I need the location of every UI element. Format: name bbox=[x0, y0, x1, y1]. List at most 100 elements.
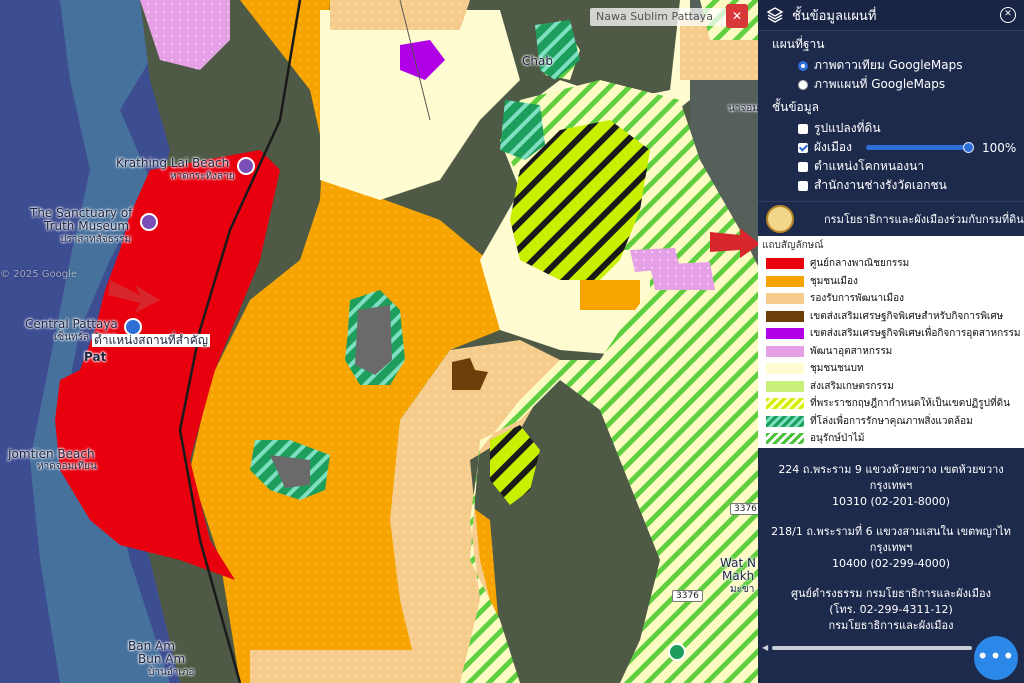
legend-label: รองรับการพัฒนาเมือง bbox=[810, 293, 904, 305]
label-central-pattaya: Central Pattaya bbox=[25, 317, 118, 331]
label-sanctuary-th: ปราสาทสัจธรรม bbox=[60, 234, 132, 245]
legend-item: เขตส่งเสริมเศรษฐกิจพิเศษสำหรับกิจการพิเศ… bbox=[758, 308, 1024, 326]
legend-item: ที่โล่งเพื่อการรักษาคุณภาพสิ่งแวดล้อม bbox=[758, 413, 1024, 431]
legend-swatch bbox=[766, 345, 804, 357]
legend-label: พัฒนาอุตสาหกรรม bbox=[810, 345, 893, 357]
scrollbar-thumb[interactable] bbox=[772, 646, 972, 650]
more-button[interactable]: ••• bbox=[974, 636, 1018, 680]
scroll-left-icon[interactable]: ◀ bbox=[762, 643, 768, 652]
legend-item: ส่งเสริมเกษตรกรรม bbox=[758, 378, 1024, 396]
legend-swatch bbox=[766, 415, 804, 427]
legend-swatch bbox=[766, 433, 804, 445]
label-makh-th: มะขา bbox=[730, 584, 755, 595]
basemap-satellite-label: ภาพดาวเทียม GoogleMaps bbox=[814, 58, 963, 72]
label-top-right: นาจอม bbox=[728, 103, 759, 114]
legend-swatch bbox=[766, 275, 804, 287]
legend-swatch bbox=[766, 328, 804, 340]
layer-option-surveyors[interactable]: สำนักงานช่างรังวัดเอกชน bbox=[758, 176, 1024, 195]
horizontal-scrollbar[interactable]: ◀ ▶ bbox=[762, 643, 992, 653]
label-ban-am-th: บ้านอำเภอ bbox=[148, 667, 195, 678]
poi-beach-icon[interactable] bbox=[237, 157, 255, 175]
checkbox-cityplan[interactable] bbox=[798, 142, 808, 153]
legend-label: เขตส่งเสริมเศรษฐกิจพิเศษเพื่อกิจการอุตสา… bbox=[810, 328, 1021, 340]
poi-tooltip: ตำแหน่งสถานที่สำคัญ bbox=[92, 333, 210, 347]
checkbox-surveyors[interactable] bbox=[798, 180, 808, 191]
opacity-slider-thumb[interactable] bbox=[962, 142, 974, 153]
radio-map[interactable] bbox=[798, 79, 808, 90]
close-icon: ✕ bbox=[731, 9, 743, 23]
zone-urban-development-2[interactable] bbox=[250, 650, 420, 683]
basemap-option-map[interactable]: ภาพแผนที่ GoogleMaps bbox=[758, 75, 1024, 94]
address-area: 224 ถ.พระราม 9 แขวงห้วยขวาง เขตห้วยขวาง … bbox=[758, 448, 1024, 634]
address-1: 224 ถ.พระราม 9 แขวงห้วยขวาง เขตห้วยขวาง … bbox=[778, 463, 1004, 508]
department-name: กรมโยธาธิการและผังเมืองร่วมกับกรมที่ดิน bbox=[824, 213, 1024, 226]
address-2: 218/1 ถ.พระรามที่ 6 แขวงสามเสนใน เขตพญาไ… bbox=[771, 525, 1011, 570]
basemap-option-satellite[interactable]: ภาพดาวเทียม GoogleMaps bbox=[758, 56, 1024, 75]
legend-title: แถบสัญลักษณ์ bbox=[762, 240, 824, 251]
zone-urban-development-top[interactable] bbox=[330, 0, 470, 30]
layer-parcels-label: รูปแปลงที่ดิน bbox=[814, 121, 881, 135]
layer-cityplan-label: ผังเมือง bbox=[814, 140, 852, 154]
poi-park-icon[interactable] bbox=[668, 643, 686, 661]
legend-swatch bbox=[766, 293, 804, 305]
legend-item: ที่พระราชกฤษฎีกากำหนดให้เป็นเขตปฏิรูปที่… bbox=[758, 395, 1024, 413]
layer-khoknongna-label: ตำแหน่งโคกหนองนา bbox=[814, 159, 925, 173]
legend-label: เขตส่งเสริมเศรษฐกิจพิเศษสำหรับกิจการพิเศ… bbox=[810, 310, 1004, 322]
legend-item: พัฒนาอุตสาหกรรม bbox=[758, 343, 1024, 361]
opacity-value: 100% bbox=[981, 140, 1017, 155]
zone-env-green-1-core bbox=[355, 305, 392, 375]
map-search-box[interactable]: Nawa Sublim Pattaya bbox=[590, 8, 742, 26]
label-chab: Chab bbox=[522, 54, 553, 68]
panel-close-button[interactable]: ✕ bbox=[1000, 7, 1016, 23]
label-krathing-lai-th: หาดกระทิงลาย bbox=[170, 171, 235, 182]
legend-swatch bbox=[766, 258, 804, 270]
legend-item: ชุมชนชนบท bbox=[758, 360, 1024, 378]
layer-option-parcels[interactable]: รูปแปลงที่ดิน bbox=[758, 119, 1024, 138]
checkbox-parcels[interactable] bbox=[798, 123, 808, 134]
road-shield-3376: 3376 bbox=[730, 503, 761, 515]
checkbox-khoknongna[interactable] bbox=[798, 161, 808, 172]
map-copyright: © 2025 Google bbox=[0, 269, 78, 280]
opacity-slider[interactable] bbox=[865, 142, 974, 153]
department-banner: กรมโยธาธิการและผังเมืองร่วมกับกรมที่ดิน bbox=[758, 201, 1024, 236]
label-makh: Makh bbox=[722, 569, 755, 583]
basemap-map-label: ภาพแผนที่ GoogleMaps bbox=[814, 77, 946, 91]
zone-industrial-dev-2[interactable] bbox=[650, 262, 715, 290]
legend-item: รองรับการพัฒนาเมือง bbox=[758, 290, 1024, 308]
legend-label: ที่โล่งเพื่อการรักษาคุณภาพสิ่งแวดล้อม bbox=[810, 415, 973, 427]
map-layer-panel: ชั้นข้อมูลแผนที่ ✕ แผนที่ฐาน ภาพดาวเทียม… bbox=[758, 0, 1024, 683]
legend-item: ศูนย์กลางพาณิชยกรรม bbox=[758, 255, 1024, 273]
layer-option-khoknongna[interactable]: ตำแหน่งโคกหนองนา bbox=[758, 157, 1024, 176]
legend-item: เขตส่งเสริมเศรษฐกิจพิเศษเพื่อกิจการอุตสา… bbox=[758, 325, 1024, 343]
panel-header: ชั้นข้อมูลแผนที่ ✕ bbox=[758, 0, 1024, 31]
layer-surveyors-label: สำนักงานช่างรังวัดเอกชน bbox=[814, 178, 947, 192]
legend-label: ที่พระราชกฤษฎีกากำหนดให้เป็นเขตปฏิรูปที่… bbox=[810, 398, 1010, 410]
legend-swatch bbox=[766, 398, 804, 410]
layers-section-title: ชั้นข้อมูล bbox=[772, 100, 820, 114]
legend-item: ชุมชนเมือง bbox=[758, 273, 1024, 291]
legend-list: ศูนย์กลางพาณิชยกรรมชุมชนเมืองรองรับการพั… bbox=[758, 255, 1024, 448]
label-krathing-lai: Krathing Lai Beach bbox=[116, 156, 230, 170]
legend-swatch bbox=[766, 363, 804, 375]
road-shield-3376-b: 3376 bbox=[672, 590, 703, 602]
legend-box: แถบสัญลักษณ์ ศูนย์กลางพาณิชยกรรมชุมชนเมื… bbox=[758, 236, 1024, 448]
layer-option-cityplan[interactable]: ผังเมือง 100% bbox=[758, 138, 1024, 157]
legend-label: อนุรักษ์ป่าไม้ bbox=[810, 433, 865, 445]
legend-swatch bbox=[766, 310, 804, 322]
label-ban-am-2: Bun Am bbox=[138, 652, 186, 666]
layers-icon bbox=[766, 7, 784, 23]
address-3: ศูนย์ดำรงธรรม กรมโยธาธิการและผังเมือง (โ… bbox=[791, 587, 991, 632]
legend-swatch bbox=[766, 380, 804, 392]
poi-museum-icon[interactable] bbox=[140, 213, 158, 231]
legend-label: ชุมชนเมือง bbox=[810, 275, 858, 287]
map-close-button[interactable]: ✕ bbox=[726, 4, 748, 28]
label-pattaya-partial: Pat bbox=[84, 350, 107, 364]
zone-urban-small[interactable] bbox=[580, 280, 640, 310]
basemap-section-title: แผนที่ฐาน bbox=[772, 37, 825, 51]
legend-label: ศูนย์กลางพาณิชยกรรม bbox=[810, 258, 910, 270]
label-jomtien-th: หาดจอมเทียน bbox=[37, 461, 97, 472]
label-sanctuary-2: Truth Museum bbox=[44, 219, 130, 233]
legend-label: ส่งเสริมเกษตรกรรม bbox=[810, 380, 894, 392]
department-logo-icon bbox=[766, 205, 794, 233]
radio-satellite[interactable] bbox=[798, 60, 808, 71]
